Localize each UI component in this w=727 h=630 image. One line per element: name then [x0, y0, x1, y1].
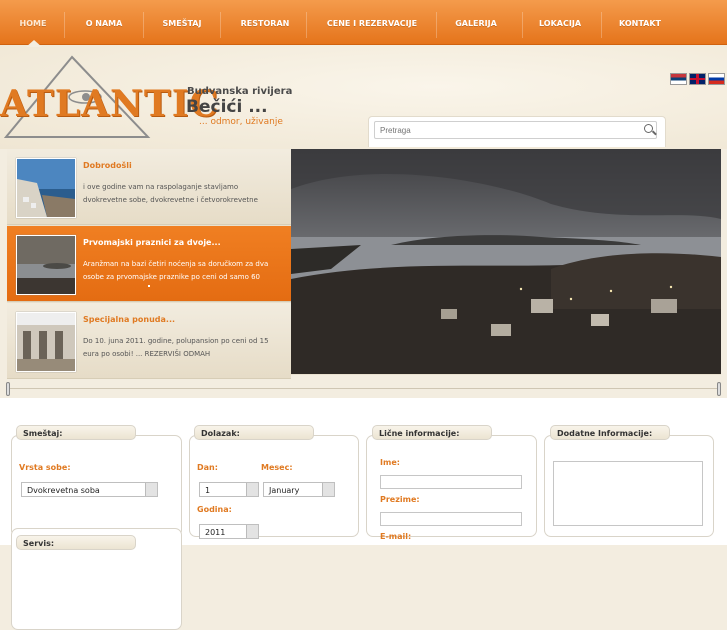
slide-item-welcome[interactable]: Dobrodošli i ove godine vam na raspolaga… — [7, 149, 291, 225]
day-select[interactable]: 1 — [199, 482, 259, 497]
day-label: Dan: — [197, 463, 218, 472]
language-switcher — [668, 73, 725, 92]
name-label: Ime: — [380, 458, 400, 467]
section-divider — [0, 382, 727, 396]
email-label: E-mail: — [380, 532, 412, 541]
room-type-select[interactable]: Dvokrevetna soba — [21, 482, 158, 497]
nav-lokacija[interactable]: LOKACIJA — [530, 0, 590, 44]
room-type-label: Vrsta sobe: — [19, 463, 71, 472]
main-navigation: HOME O NAMA SMEŠTAJ RESTORAN CENE I REZE… — [0, 0, 727, 45]
slide-description: Aranžman na bazi četiri noćenja sa doruč… — [83, 260, 269, 281]
slider-dot — [148, 285, 150, 287]
nav-smestaj[interactable]: SMEŠTAJ — [152, 0, 212, 44]
panel-tab-servis: Servis: — [16, 535, 136, 550]
slide-thumbnail — [16, 158, 76, 218]
nav-kontakt[interactable]: KONTAKT — [610, 0, 670, 44]
nav-separator — [522, 12, 523, 38]
featured-slider: Dobrodošli i ove godine vam na raspolaga… — [7, 149, 721, 379]
dropdown-arrow-icon[interactable] — [145, 483, 157, 496]
russian-flag-icon[interactable] — [708, 73, 725, 85]
panel-tab-smestaj: Smeštaj: — [16, 425, 136, 440]
nav-galerija[interactable]: GALERIJA — [446, 0, 506, 44]
slide-description: i ove godine vam na raspolaganje stavlja… — [83, 183, 258, 204]
nav-separator — [64, 12, 65, 38]
year-value: 2011 — [205, 528, 226, 537]
room-type-value: Dvokrevetna soba — [27, 486, 100, 495]
dropdown-arrow-icon[interactable] — [246, 525, 258, 538]
panel-tab-dolazak: Dolazak: — [194, 425, 314, 440]
slide-description: Do 10. juna 2011. godine, polupansion po… — [83, 337, 269, 358]
dropdown-arrow-icon[interactable] — [246, 483, 258, 496]
year-select[interactable]: 2011 — [199, 524, 259, 539]
dropdown-arrow-icon[interactable] — [322, 483, 334, 496]
additional-info-textarea[interactable] — [553, 461, 703, 526]
surname-field[interactable] — [380, 512, 522, 526]
nav-cene-rezervacije[interactable]: CENE I REZERVACIJE — [317, 0, 427, 44]
panel-tab-dodatne: Dodatne Informacije: — [550, 425, 670, 440]
month-select[interactable]: January — [263, 482, 335, 497]
slide-title[interactable]: Specijalna ponuda... — [83, 315, 175, 324]
panel-tab-licne: Lične informacije: — [372, 425, 492, 440]
slide-thumbnail — [16, 312, 76, 372]
year-label: Godina: — [197, 505, 232, 514]
tagline-place: Bečići ... — [186, 97, 268, 117]
slide-title[interactable]: Dobrodošli — [83, 161, 132, 170]
nav-separator — [436, 12, 437, 38]
tagline-slogan: ... odmor, uživanje — [199, 117, 283, 127]
month-value: January — [269, 486, 300, 495]
divider-knob — [6, 382, 10, 396]
english-flag-icon[interactable] — [689, 73, 706, 85]
zoom-in-icon[interactable] — [644, 124, 653, 133]
nav-separator — [143, 12, 144, 38]
slider-main-photo[interactable] — [291, 149, 721, 374]
nav-separator — [601, 12, 602, 38]
name-field[interactable] — [380, 475, 522, 489]
divider-line — [6, 388, 721, 389]
slide-title[interactable]: Prvomajski praznici za dvoje... — [83, 238, 221, 247]
divider-knob — [717, 382, 721, 396]
serbian-flag-icon[interactable] — [670, 73, 687, 85]
slide-item-may-holidays[interactable]: Prvomajski praznici za dvoje... Aranžman… — [7, 226, 291, 302]
reservation-form: Smeštaj: Vrsta sobe: Dvokrevetna soba Se… — [0, 398, 727, 630]
tagline-region: Budvanska rivijera — [187, 86, 293, 97]
slide-thumbnail — [16, 235, 76, 295]
search-box — [368, 116, 666, 147]
nav-home[interactable]: HOME — [10, 0, 56, 44]
month-label: Mesec: — [261, 463, 293, 472]
nav-o-nama[interactable]: O NAMA — [74, 0, 134, 44]
surname-label: Prezime: — [380, 495, 420, 504]
slide-item-special-offer[interactable]: Specijalna ponuda... Do 10. juna 2011. g… — [7, 303, 291, 379]
day-value: 1 — [205, 486, 211, 495]
nav-separator — [306, 12, 307, 38]
nav-separator — [220, 12, 221, 38]
search-input[interactable] — [374, 121, 657, 139]
nav-restoran[interactable]: RESTORAN — [232, 0, 298, 44]
nav-active-pointer — [26, 40, 42, 47]
